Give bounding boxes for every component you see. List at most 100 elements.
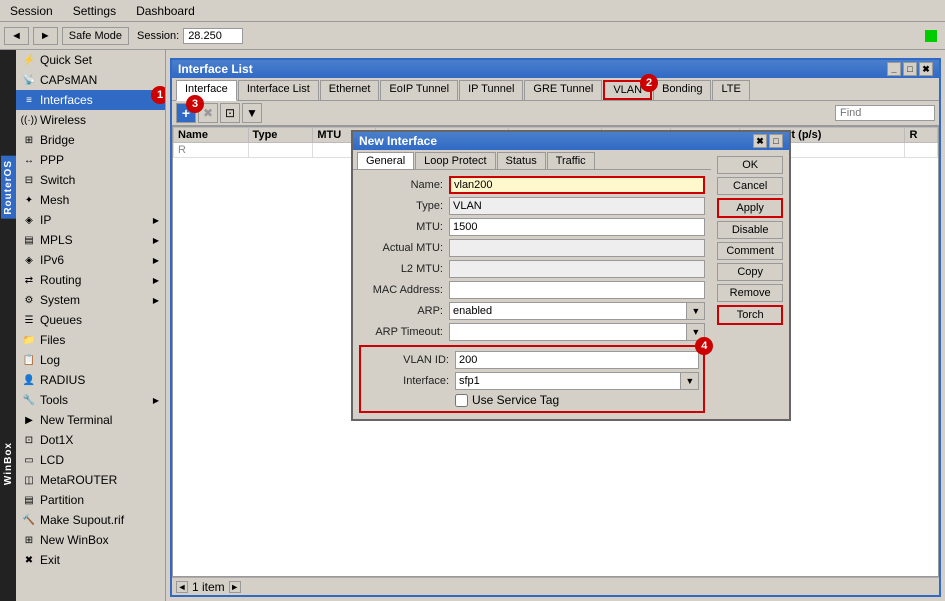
win-close-btn[interactable]: ✖ bbox=[919, 62, 933, 76]
form-row-l2mtu: L2 MTU: bbox=[359, 260, 705, 278]
sidebar-item-label: IP bbox=[40, 213, 51, 227]
sidebar-item-quickset[interactable]: ⚡ Quick Set bbox=[16, 50, 165, 70]
dialog-tab-status[interactable]: Status bbox=[497, 152, 546, 169]
sidebar-item-lcd[interactable]: ▭ LCD bbox=[16, 450, 165, 470]
sidebar-item-mesh[interactable]: ✦ Mesh bbox=[16, 190, 165, 210]
ip-icon: ◈ bbox=[22, 213, 36, 227]
interface-dropdown-btn[interactable]: ▼ bbox=[681, 372, 699, 390]
scroll-right[interactable]: ► bbox=[229, 581, 241, 593]
win-restore-btn[interactable]: □ bbox=[903, 62, 917, 76]
name-label: Name: bbox=[359, 179, 449, 191]
quickset-icon: ⚡ bbox=[22, 53, 36, 67]
sidebar-item-capsman[interactable]: 📡 CAPsMAN bbox=[16, 70, 165, 90]
copy-button[interactable]: Copy bbox=[717, 263, 783, 281]
dialog-restore-btn[interactable]: □ bbox=[769, 134, 783, 148]
tab-interface-list[interactable]: Interface List bbox=[238, 80, 319, 100]
sidebar-item-partition[interactable]: ▤ Partition bbox=[16, 490, 165, 510]
mtu-input[interactable] bbox=[449, 218, 705, 236]
main-layout: RouterOS WinBox ⚡ Quick Set 📡 CAPsMAN ≡ … bbox=[0, 50, 945, 601]
use-service-tag-checkbox[interactable] bbox=[455, 394, 468, 407]
dialog-tab-traffic[interactable]: Traffic bbox=[547, 152, 595, 169]
tab-eoip-tunnel[interactable]: EoIP Tunnel bbox=[380, 80, 458, 100]
interface-label: Interface: bbox=[365, 375, 455, 387]
menu-dashboard[interactable]: Dashboard bbox=[130, 3, 201, 19]
tab-vlan[interactable]: VLAN 2 bbox=[603, 80, 652, 100]
sidebar-item-label: Quick Set bbox=[40, 53, 92, 67]
dialog-tab-loop-protect[interactable]: Loop Protect bbox=[415, 152, 495, 169]
forward-button[interactable]: ► bbox=[33, 27, 58, 45]
comment-button[interactable]: Comment bbox=[717, 242, 783, 260]
arp-select[interactable] bbox=[449, 302, 687, 320]
sidebar-item-newwinbox[interactable]: ⊞ New WinBox bbox=[16, 530, 165, 550]
sidebar-item-makesupout[interactable]: 🔨 Make Supout.rif bbox=[16, 510, 165, 530]
tab-lte[interactable]: LTE bbox=[712, 80, 749, 100]
sidebar: ⚡ Quick Set 📡 CAPsMAN ≡ Interfaces 1 ((·… bbox=[16, 50, 166, 601]
mac-input[interactable] bbox=[449, 281, 705, 299]
vlan-id-input[interactable] bbox=[455, 351, 699, 369]
name-input[interactable] bbox=[449, 176, 705, 194]
sidebar-item-queues[interactable]: ☰ Queues bbox=[16, 310, 165, 330]
tab-ethernet[interactable]: Ethernet bbox=[320, 80, 380, 100]
ok-button[interactable]: OK bbox=[717, 156, 783, 174]
l2mtu-input[interactable] bbox=[449, 260, 705, 278]
arp-timeout-wrap: ▼ bbox=[449, 323, 705, 341]
session-value: 28.250 bbox=[183, 28, 243, 44]
metarouter-icon: ◫ bbox=[22, 473, 36, 487]
menu-session[interactable]: Session bbox=[4, 3, 59, 19]
remove-button[interactable]: Remove bbox=[717, 284, 783, 302]
safe-mode-button[interactable]: Safe Mode bbox=[62, 27, 129, 45]
actual-mtu-input[interactable] bbox=[449, 239, 705, 257]
torch-button[interactable]: Torch bbox=[717, 305, 783, 325]
tab-gre-tunnel[interactable]: GRE Tunnel bbox=[524, 80, 602, 100]
arp-timeout-input[interactable] bbox=[449, 323, 687, 341]
apply-button[interactable]: Apply bbox=[717, 198, 783, 218]
sidebar-item-log[interactable]: 📋 Log bbox=[16, 350, 165, 370]
filter-button[interactable]: ▼ bbox=[242, 103, 262, 123]
sidebar-item-files[interactable]: 📁 Files bbox=[16, 330, 165, 350]
sidebar-item-newterminal[interactable]: ▶ New Terminal bbox=[16, 410, 165, 430]
tab-interface[interactable]: Interface bbox=[176, 80, 237, 101]
sidebar-item-dot1x[interactable]: ⊡ Dot1X bbox=[16, 430, 165, 450]
sidebar-item-metarouter[interactable]: ◫ MetaROUTER bbox=[16, 470, 165, 490]
sidebar-item-switch[interactable]: ⊟ Switch bbox=[16, 170, 165, 190]
dialog-tab-general[interactable]: General bbox=[357, 152, 414, 169]
mpls-icon: ▤ bbox=[22, 233, 36, 247]
log-icon: 📋 bbox=[22, 353, 36, 367]
sidebar-item-interfaces[interactable]: ≡ Interfaces 1 bbox=[16, 90, 165, 110]
arp-select-wrap: ▼ bbox=[449, 302, 705, 320]
disable-button[interactable]: Disable bbox=[717, 221, 783, 239]
sidebar-item-mpls[interactable]: ▤ MPLS bbox=[16, 230, 165, 250]
tab-bonding[interactable]: Bonding bbox=[653, 80, 711, 100]
sidebar-item-exit[interactable]: ✖ Exit bbox=[16, 550, 165, 570]
sidebar-item-tools[interactable]: 🔧 Tools bbox=[16, 390, 165, 410]
sidebar-item-routing[interactable]: ⇄ Routing bbox=[16, 270, 165, 290]
sidebar-item-label: Queues bbox=[40, 313, 82, 327]
sidebar-item-radius[interactable]: 👤 RADIUS bbox=[16, 370, 165, 390]
new-interface-dialog: New Interface ✖ □ General Loop Protect S… bbox=[351, 130, 791, 421]
use-service-tag-label: Use Service Tag bbox=[472, 393, 559, 407]
interface-select[interactable] bbox=[455, 372, 681, 390]
copy-button[interactable]: ⊡ bbox=[220, 103, 240, 123]
arp-dropdown-btn[interactable]: ▼ bbox=[687, 302, 705, 320]
cancel-button[interactable]: Cancel bbox=[717, 177, 783, 195]
form-row-arp-timeout: ARP Timeout: ▼ bbox=[359, 323, 705, 341]
scroll-left[interactable]: ◄ bbox=[176, 581, 188, 593]
search-input[interactable] bbox=[835, 105, 935, 121]
dialog-close-btn[interactable]: ✖ bbox=[753, 134, 767, 148]
sidebar-item-ip[interactable]: ◈ IP bbox=[16, 210, 165, 230]
sidebar-item-wireless[interactable]: ((·)) Wireless bbox=[16, 110, 165, 130]
sidebar-item-label: Bridge bbox=[40, 133, 75, 147]
mac-label: MAC Address: bbox=[359, 284, 449, 296]
sidebar-item-system[interactable]: ⚙ System bbox=[16, 290, 165, 310]
tab-ip-tunnel[interactable]: IP Tunnel bbox=[459, 80, 523, 100]
back-button[interactable]: ◄ bbox=[4, 27, 29, 45]
menu-settings[interactable]: Settings bbox=[67, 3, 122, 19]
window-controls: _ □ ✖ bbox=[887, 62, 933, 76]
win-minimize-btn[interactable]: _ bbox=[887, 62, 901, 76]
sidebar-item-bridge[interactable]: ⊞ Bridge bbox=[16, 130, 165, 150]
sidebar-item-ppp[interactable]: ↔ PPP bbox=[16, 150, 165, 170]
sidebar-item-label: Partition bbox=[40, 493, 84, 507]
dialog-content: General Loop Protect Status Traffic Name… bbox=[353, 150, 789, 419]
sidebar-item-ipv6[interactable]: ◈ IPv6 bbox=[16, 250, 165, 270]
type-input[interactable] bbox=[449, 197, 705, 215]
